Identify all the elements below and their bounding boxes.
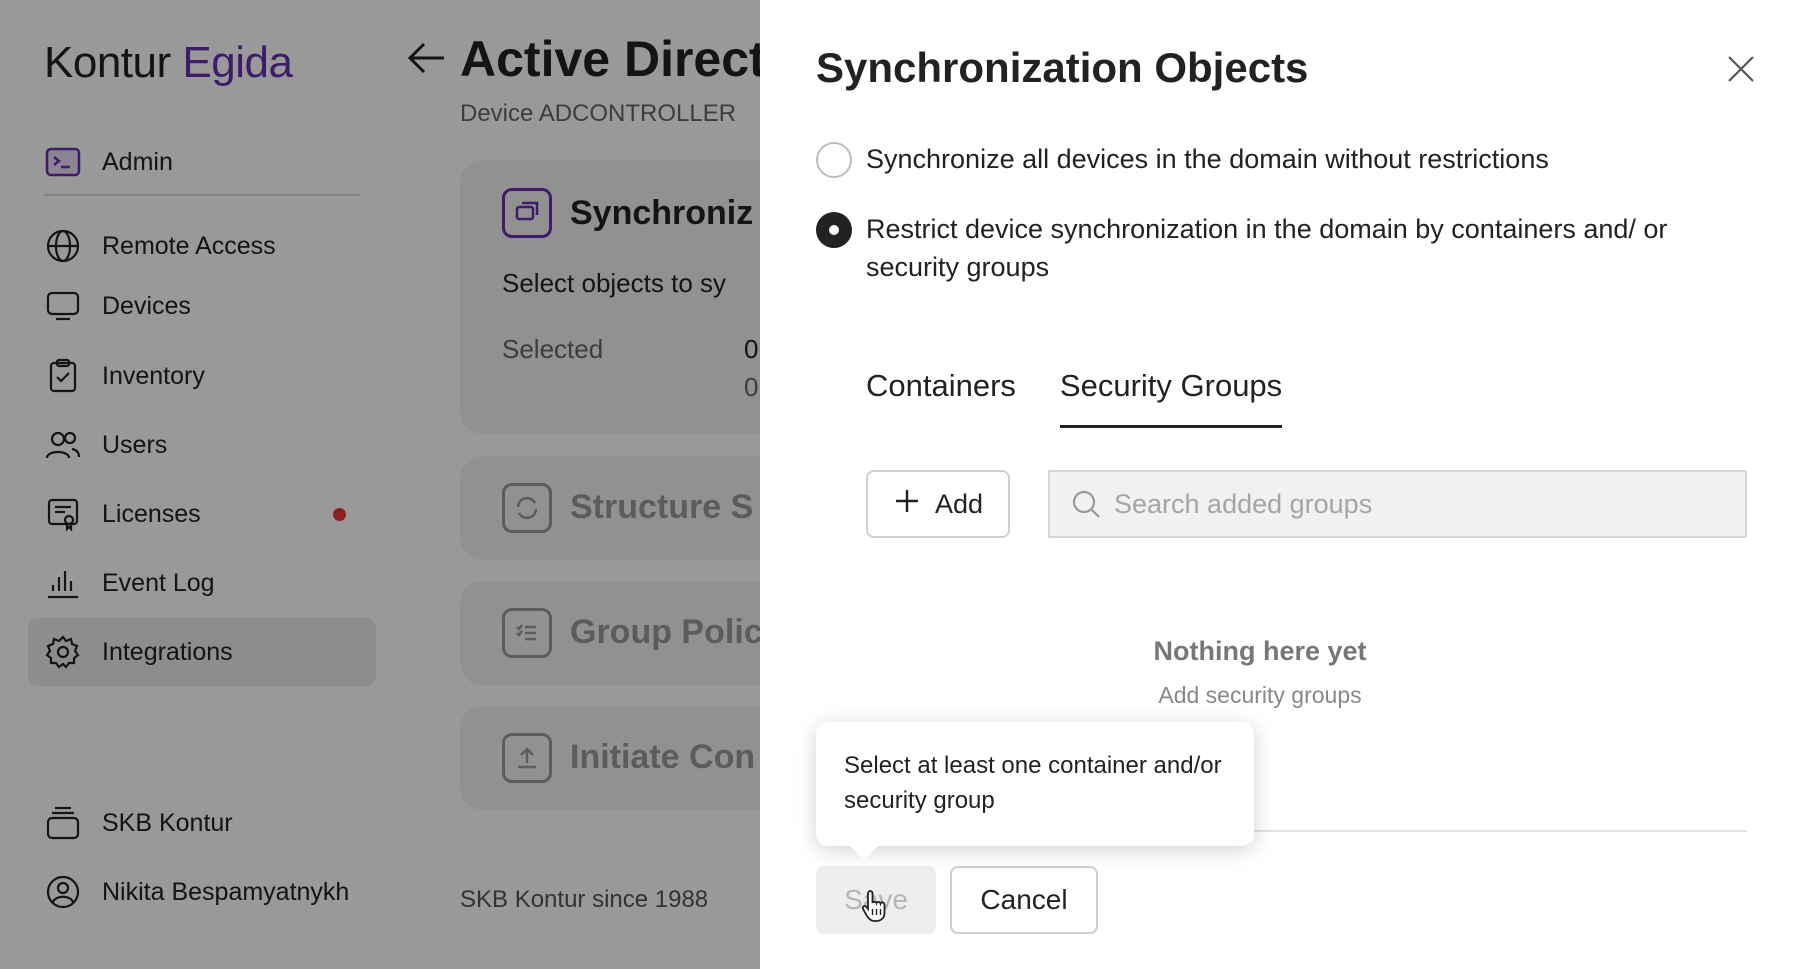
close-icon[interactable] [1724, 52, 1758, 86]
radio-button-checked[interactable] [816, 212, 852, 248]
tabs: Containers Security Groups [866, 364, 1326, 428]
add-button[interactable]: Add [866, 470, 1010, 538]
radio-option-restrict[interactable]: Restrict device synchronization in the d… [816, 210, 1746, 286]
tab-security-groups[interactable]: Security Groups [1059, 364, 1283, 428]
modal-backdrop[interactable] [0, 0, 760, 969]
sync-objects-panel: Synchronization Objects Synchronize all … [760, 0, 1800, 969]
empty-state-title: Nothing here yet [1153, 636, 1367, 666]
validation-tooltip: Select at least one container and/or sec… [816, 722, 1254, 860]
search-input[interactable] [1114, 488, 1714, 520]
empty-state-subtitle: Add security groups [1158, 682, 1362, 708]
radio-button[interactable] [816, 142, 852, 178]
search-icon [1072, 490, 1100, 518]
cancel-button[interactable]: Cancel [950, 866, 1098, 934]
plus-icon [893, 487, 921, 521]
radio-option-all[interactable]: Synchronize all devices in the domain wi… [816, 140, 1746, 178]
hand-cursor-icon [861, 890, 886, 922]
radio-label: Synchronize all devices in the domain wi… [866, 144, 1549, 174]
radio-label: Restrict device synchronization in the d… [866, 214, 1668, 282]
panel-title: Synchronization Objects [816, 44, 1309, 91]
add-button-label: Add [934, 488, 984, 519]
tab-containers[interactable]: Containers [866, 364, 1016, 428]
search-groups-field[interactable] [1048, 470, 1747, 538]
